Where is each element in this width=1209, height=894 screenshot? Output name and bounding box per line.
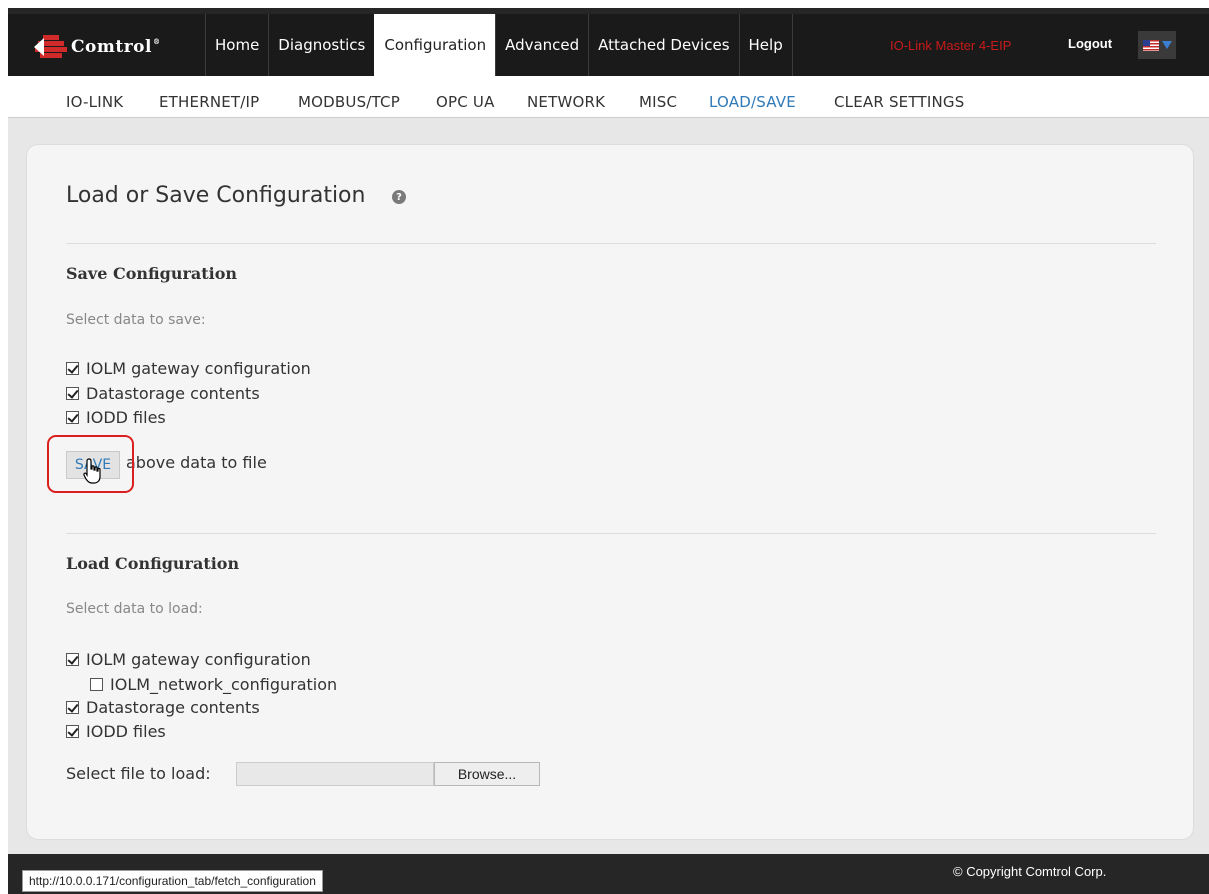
load-network-label: IOLM_network_configuration xyxy=(110,675,338,694)
load-network-checkbox[interactable] xyxy=(90,678,103,691)
load-gateway-checkbox[interactable] xyxy=(66,653,79,666)
load-option-datastorage: Datastorage contents xyxy=(66,698,260,717)
save-section-title: Save Configuration xyxy=(66,264,238,283)
save-datastorage-label: Datastorage contents xyxy=(86,384,260,403)
nav-attached-devices[interactable]: Attached Devices xyxy=(588,14,738,76)
subnav-opc-ua[interactable]: OPC UA xyxy=(436,93,495,111)
us-flag-icon xyxy=(1142,39,1159,51)
save-option-iodd: IODD files xyxy=(66,408,166,427)
status-bar-url: http://10.0.0.171/configuration_tab/fetc… xyxy=(22,870,323,892)
device-name: IO-Link Master 4-EIP xyxy=(890,38,1012,53)
question-circle-icon[interactable]: ? xyxy=(392,190,406,204)
subnav-modbus-tcp[interactable]: MODBUS/TCP xyxy=(298,93,400,111)
load-datastorage-checkbox[interactable] xyxy=(66,701,79,714)
save-option-gateway: IOLM gateway configuration xyxy=(66,359,311,378)
load-prompt: Select data to load: xyxy=(66,601,203,617)
file-select-label: Select file to load: xyxy=(66,764,211,783)
comtrol-logo-icon xyxy=(34,34,68,60)
content-panel xyxy=(26,144,1194,840)
subnav-clear-settings[interactable]: CLEAR SETTINGS xyxy=(834,93,964,111)
divider xyxy=(66,533,1156,534)
sub-nav: IO-LINK ETHERNET/IP MODBUS/TCP OPC UA NE… xyxy=(8,76,1209,118)
load-gateway-label: IOLM gateway configuration xyxy=(86,650,311,669)
load-option-network: IOLM_network_configuration xyxy=(90,675,337,694)
subnav-load-save[interactable]: LOAD/SAVE xyxy=(709,93,796,111)
nav-configuration[interactable]: Configuration xyxy=(374,14,496,76)
load-section-title: Load Configuration xyxy=(66,554,240,573)
save-gateway-checkbox[interactable] xyxy=(66,362,79,375)
save-button-caption: above data to file xyxy=(126,453,267,472)
chevron-down-icon xyxy=(1161,41,1172,49)
copyright: © Copyright Comtrol Corp. xyxy=(953,864,1107,879)
save-datastorage-checkbox[interactable] xyxy=(66,387,79,400)
nav-help[interactable]: Help xyxy=(738,14,793,76)
main-menu: Home Diagnostics Configuration Advanced … xyxy=(205,14,793,76)
brand-logo[interactable]: Comtrol® xyxy=(34,34,160,60)
load-iodd-label: IODD files xyxy=(86,722,166,741)
load-option-gateway: IOLM gateway configuration xyxy=(66,650,311,669)
hand-cursor-icon xyxy=(83,458,103,488)
language-selector[interactable] xyxy=(1138,31,1176,59)
save-prompt: Select data to save: xyxy=(66,312,206,328)
file-path-field[interactable] xyxy=(236,762,434,786)
subnav-network[interactable]: NETWORK xyxy=(527,93,605,111)
browse-button[interactable]: Browse... xyxy=(434,762,540,786)
nav-home[interactable]: Home xyxy=(205,14,268,76)
load-datastorage-label: Datastorage contents xyxy=(86,698,260,717)
save-iodd-label: IODD files xyxy=(86,408,166,427)
page-title: Load or Save Configuration xyxy=(66,183,366,208)
nav-diagnostics[interactable]: Diagnostics xyxy=(268,14,374,76)
logout-link[interactable]: Logout xyxy=(1068,36,1112,51)
nav-advanced[interactable]: Advanced xyxy=(495,14,588,76)
save-option-datastorage: Datastorage contents xyxy=(66,384,260,403)
save-iodd-checkbox[interactable] xyxy=(66,411,79,424)
brand-name: Comtrol® xyxy=(71,37,161,57)
subnav-io-link[interactable]: IO-LINK xyxy=(66,93,123,111)
save-gateway-label: IOLM gateway configuration xyxy=(86,359,311,378)
load-iodd-checkbox[interactable] xyxy=(66,725,79,738)
divider xyxy=(66,243,1156,244)
subnav-misc[interactable]: MISC xyxy=(639,93,677,111)
subnav-ethernet-ip[interactable]: ETHERNET/IP xyxy=(159,93,259,111)
load-option-iodd: IODD files xyxy=(66,722,166,741)
